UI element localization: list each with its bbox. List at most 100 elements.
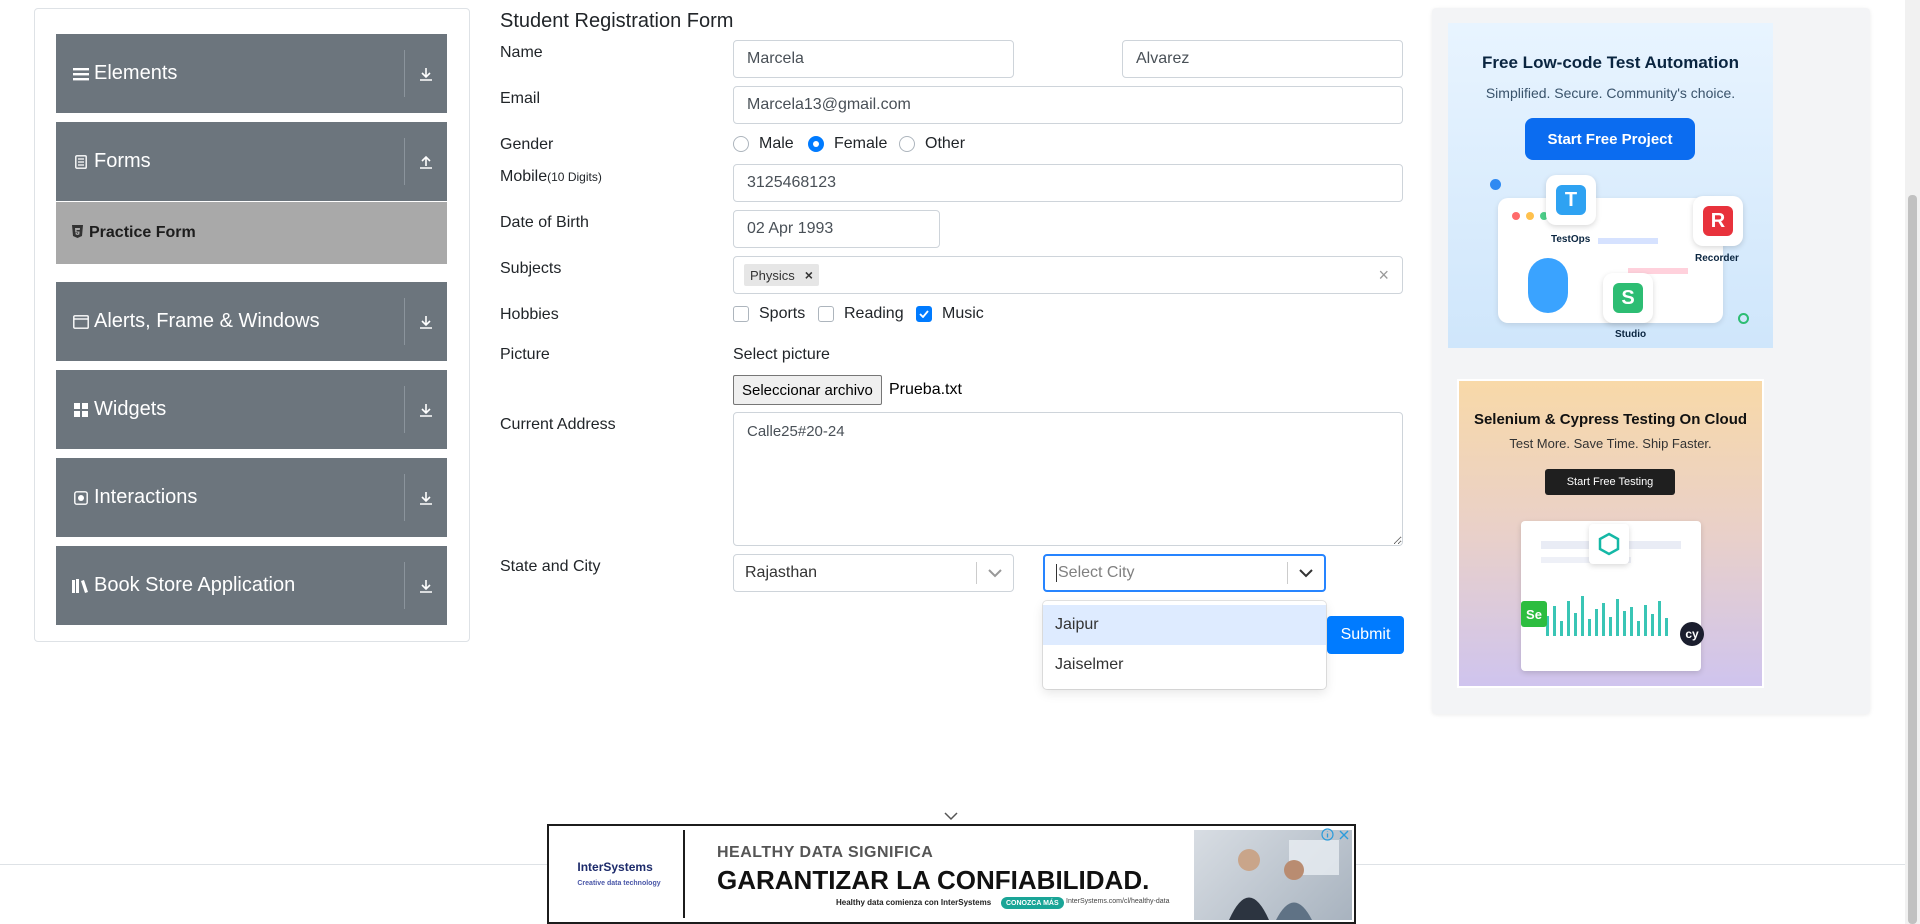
widgets-grid-icon — [72, 402, 90, 417]
checkbox — [733, 306, 749, 322]
ad-banner-katalon[interactable]: Free Low-code Test Automation Simplified… — [1448, 23, 1773, 348]
ad-cta-button[interactable]: Start Free Project — [1525, 118, 1695, 160]
remove-chip-icon[interactable]: × — [805, 267, 813, 283]
selenium-logo-icon: Se — [1521, 601, 1547, 627]
address-label: Current Address — [500, 416, 616, 433]
mobile-label-text: Mobile — [500, 168, 548, 185]
interactions-icon — [72, 490, 90, 505]
studio-icon: S — [1603, 273, 1653, 323]
ad-headline: Selenium & Cypress Testing On Cloud — [1473, 411, 1748, 428]
logo-text: InterSystems — [577, 860, 653, 874]
page: Elements Forms Practice Form Alerts, Fra… — [0, 0, 1920, 924]
ad-subline: Simplified. Secure. Community's choice. — [1485, 85, 1736, 101]
radio-label: Male — [759, 135, 794, 152]
check-icon — [919, 310, 929, 318]
city-select[interactable]: Select City — [1043, 554, 1326, 592]
robot-icon — [1528, 258, 1568, 313]
sidebar-group-elements[interactable]: Elements — [56, 34, 447, 113]
recorder-icon: R — [1693, 196, 1743, 246]
lambdatest-logo-icon — [1589, 524, 1629, 564]
people-photo-icon — [1229, 840, 1339, 920]
ad-cta-pill[interactable]: CONOZCA MÁS — [1001, 897, 1064, 909]
first-name-input[interactable]: Marcela — [733, 40, 1014, 78]
sidebar: Elements Forms Practice Form Alerts, Fra… — [34, 8, 470, 642]
ad-headline: Free Low-code Test Automation — [1482, 53, 1739, 72]
subjects-input[interactable]: Physics × × — [733, 256, 1403, 294]
hobby-checkbox-music[interactable]: Music — [916, 305, 984, 323]
city-option-jaiselmer[interactable]: Jaiselmer — [1043, 645, 1326, 685]
download-icon[interactable] — [405, 458, 447, 537]
chevron-down-icon[interactable] — [1288, 568, 1324, 578]
clear-icon[interactable]: × — [1378, 265, 1389, 286]
state-select[interactable]: Rajasthan — [733, 554, 1014, 592]
ad-cta-button[interactable]: Start Free Testing — [1545, 469, 1675, 495]
gender-radio-male[interactable]: Male — [733, 135, 794, 153]
ad-line-3: Healthy data comienza con InterSystems — [836, 898, 992, 907]
mobile-input[interactable]: 3125468123 — [733, 164, 1403, 202]
group-label: Elements — [94, 62, 178, 84]
ad-info-icon[interactable] — [1320, 827, 1335, 842]
hamburger-icon — [72, 67, 90, 81]
last-name-input[interactable]: Alvarez — [1122, 40, 1403, 78]
sidebar-group-book-store[interactable]: Book Store Application — [56, 546, 447, 625]
bottom-ad-banner[interactable]: InterSystems Creative data technology HE… — [547, 824, 1356, 924]
current-address-textarea[interactable]: Calle25#20-24 — [733, 412, 1403, 546]
ad-line-2: GARANTIZAR LA CONFIABILIDAD. — [717, 865, 1150, 895]
group-header: Elements — [56, 34, 404, 113]
picture-label: Picture — [500, 346, 550, 363]
gender-radio-female[interactable]: Female — [808, 135, 887, 153]
gender-label: Gender — [500, 136, 554, 153]
date-of-birth-input[interactable]: 02 Apr 1993 — [733, 210, 940, 248]
sidebar-group-interactions[interactable]: Interactions — [56, 458, 447, 537]
intersystems-logo: InterSystems Creative data technology — [555, 830, 685, 918]
group-label: Alerts, Frame & Windows — [94, 310, 320, 332]
subject-chip: Physics × — [744, 264, 819, 286]
chevron-down-icon[interactable] — [977, 568, 1013, 578]
checkbox-label: Sports — [759, 305, 806, 322]
sidebar-group-widgets[interactable]: Widgets — [56, 370, 447, 449]
select-picture-label: Select picture — [733, 346, 830, 363]
sidebar-item-practice-form[interactable]: Practice Form — [56, 202, 447, 264]
ad-url: InterSystems.com/cl/healthy-data — [1066, 898, 1170, 905]
radio-circle — [733, 136, 749, 152]
download-icon[interactable] — [405, 546, 447, 625]
download-icon[interactable] — [405, 282, 447, 361]
text-cursor — [1056, 563, 1057, 582]
radio-label: Female — [834, 135, 888, 152]
document-icon — [72, 154, 90, 169]
sidebar-item-label: Practice Form — [89, 224, 196, 241]
decor-dot — [1490, 179, 1501, 190]
testops-icon: T — [1546, 175, 1596, 225]
submit-button[interactable]: Submit — [1327, 616, 1404, 654]
state-city-label: State and City — [500, 558, 601, 575]
ad-subline: Test More. Save Time. Ship Faster. — [1509, 436, 1712, 451]
choose-file-button[interactable]: Seleccionar archivo — [733, 375, 882, 405]
email-input[interactable]: Marcela13@gmail.com — [733, 86, 1403, 124]
tile-label: TestOps — [1551, 234, 1591, 245]
ad-close-icon[interactable] — [1336, 827, 1351, 842]
scrollbar-thumb[interactable] — [1908, 195, 1917, 924]
sidebar-group-forms[interactable]: Forms — [56, 122, 447, 201]
group-header: Widgets — [56, 370, 404, 449]
hobby-checkbox-sports[interactable]: Sports — [733, 305, 805, 323]
download-icon[interactable] — [405, 370, 447, 449]
group-header: Forms — [56, 122, 404, 201]
dot — [1512, 212, 1520, 220]
window-icon — [72, 314, 90, 329]
sidebar-group-alerts[interactable]: Alerts, Frame & Windows — [56, 282, 447, 361]
download-icon[interactable] — [405, 34, 447, 113]
city-option-jaipur[interactable]: Jaipur — [1043, 605, 1326, 645]
ad-banner-lambdatest[interactable]: Selenium & Cypress Testing On Cloud Test… — [1457, 379, 1764, 688]
hobbies-label: Hobbies — [500, 306, 559, 323]
gender-radio-other[interactable]: Other — [899, 135, 965, 153]
ad-line-1: HEALTHY DATA SIGNIFICA — [717, 844, 934, 861]
decor-ring — [1738, 313, 1749, 324]
cypress-logo-icon: cy — [1680, 622, 1704, 646]
hobby-checkbox-reading[interactable]: Reading — [818, 305, 904, 323]
tile-label: Recorder — [1695, 253, 1739, 264]
group-header: Alerts, Frame & Windows — [56, 282, 404, 361]
subject-chip-label: Physics — [750, 267, 795, 283]
group-label: Forms — [94, 150, 151, 172]
upload-icon[interactable] — [405, 122, 447, 201]
city-placeholder: Select City — [1045, 563, 1287, 582]
